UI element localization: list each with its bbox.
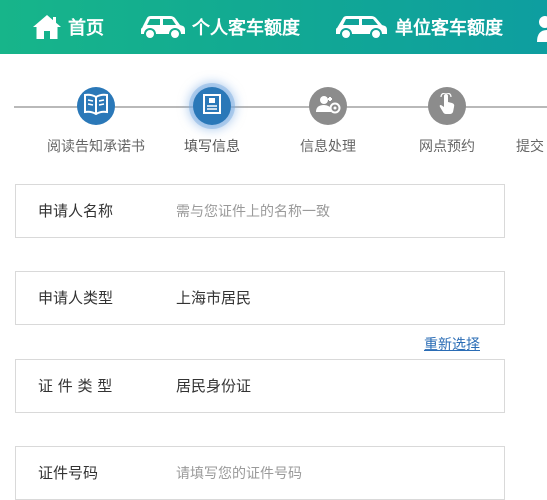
id-type-label: 证 件 类 型 (38, 377, 113, 395)
step-submit[interactable]: 提交 (516, 87, 547, 156)
step-label: 网点预约 (419, 139, 475, 155)
step-circle (193, 87, 231, 125)
step-label: 信息处理 (300, 139, 356, 155)
home-icon (32, 14, 62, 40)
user-gear-icon (315, 94, 341, 118)
step-fill-info[interactable]: 填写信息 (152, 87, 272, 156)
applicant-name-row: 申请人名称 (15, 184, 505, 238)
car-icon (138, 13, 186, 41)
form-icon (203, 94, 221, 118)
user-icon[interactable] (533, 14, 547, 46)
id-type-value: 居民身份证 (176, 377, 252, 395)
id-type-row[interactable]: 证 件 类 型 居民身份证 (15, 359, 505, 413)
applicant-name-label: 申请人名称 (38, 202, 114, 220)
step-label: 填写信息 (184, 139, 240, 155)
reselect-link[interactable]: 重新选择 (424, 334, 480, 354)
book-icon (83, 93, 109, 119)
nav-home[interactable]: 首页 (32, 0, 104, 54)
step-label: 提交 (516, 139, 544, 155)
applicant-name-input[interactable] (176, 185, 476, 237)
step-info-processing[interactable]: 信息处理 (268, 87, 388, 156)
id-number-label: 证件号码 (38, 464, 99, 482)
applicant-type-value: 上海市居民 (176, 289, 252, 307)
nav-personal-quota[interactable]: 个人客车额度 (138, 0, 300, 54)
step-circle (428, 87, 466, 125)
step-label: 阅读告知承诺书 (47, 139, 145, 155)
step-read-notice[interactable]: 阅读告知承诺书 (36, 87, 156, 156)
nav-personal-label: 个人客车额度 (192, 18, 300, 39)
id-number-row: 证件号码 (15, 446, 505, 500)
applicant-type-row[interactable]: 申请人类型 上海市居民 (15, 271, 505, 325)
applicant-type-label: 申请人类型 (38, 289, 114, 307)
step-circle (309, 87, 347, 125)
hand-pointer-icon (438, 92, 456, 119)
top-nav-bar: 首页 个人客车额度 单位客车额度 (0, 0, 547, 54)
car-icon (333, 13, 389, 41)
step-circle (77, 87, 115, 125)
nav-home-label: 首页 (68, 18, 104, 39)
step-outlet-appointment[interactable]: 网点预约 (387, 87, 507, 156)
nav-unit-label: 单位客车额度 (395, 18, 503, 39)
id-number-input[interactable] (176, 447, 476, 499)
nav-unit-quota[interactable]: 单位客车额度 (333, 0, 503, 54)
